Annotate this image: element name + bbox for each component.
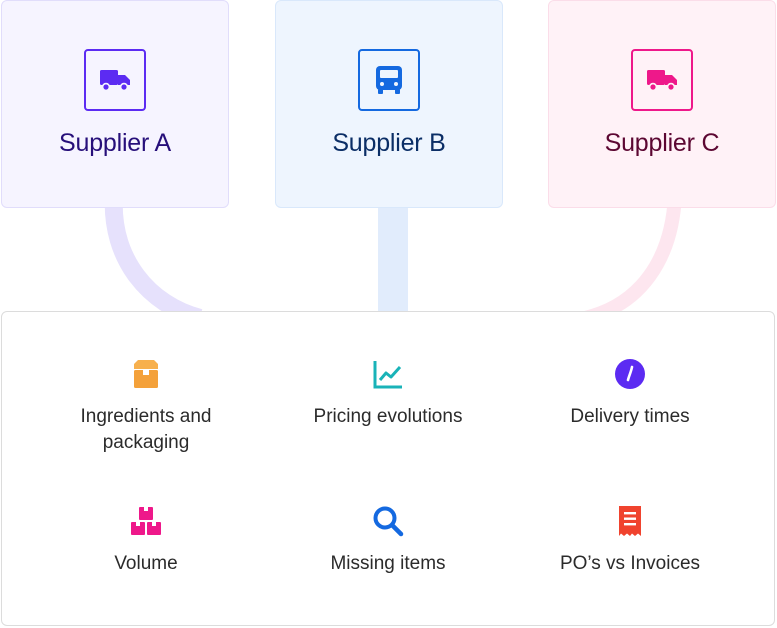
receipt-icon bbox=[619, 506, 641, 536]
supplier-c-icon-box bbox=[631, 49, 693, 111]
feature-label: Pricing evolutions bbox=[313, 406, 463, 427]
feature-label: PO’s vs Invoices bbox=[559, 553, 701, 574]
feature-label: Ingredients and packaging bbox=[80, 406, 212, 453]
connector-a bbox=[104, 194, 203, 327]
feature-label: Delivery times bbox=[570, 406, 690, 427]
supplier-a-title: Supplier A bbox=[59, 129, 171, 157]
clock-icon bbox=[615, 359, 645, 389]
bus-front-icon bbox=[376, 66, 402, 94]
supplier-b-title: Supplier B bbox=[332, 129, 446, 157]
stacked-boxes-icon bbox=[131, 507, 161, 535]
feature-label: Missing items bbox=[330, 553, 446, 574]
supplier-card-b[interactable]: Supplier B bbox=[275, 0, 503, 208]
connector-b bbox=[378, 200, 408, 315]
feature-po-vs-invoices: PO’s vs Invoices bbox=[510, 505, 750, 577]
box-icon bbox=[134, 360, 158, 388]
feature-ingredients: Ingredients and packaging bbox=[26, 358, 266, 456]
supplier-a-icon-box bbox=[84, 49, 146, 111]
feature-label: Volume bbox=[114, 553, 178, 574]
delivery-truck-icon bbox=[647, 70, 677, 92]
features-panel: Ingredients and packaging Pricing evolut… bbox=[1, 311, 775, 626]
supplier-card-c[interactable]: Supplier C bbox=[548, 0, 776, 208]
supplier-c-title: Supplier C bbox=[604, 129, 720, 157]
supplier-b-icon-box bbox=[358, 49, 420, 111]
magnifier-icon bbox=[373, 506, 404, 537]
feature-volume: Volume bbox=[26, 505, 266, 577]
supplier-card-a[interactable]: Supplier A bbox=[1, 0, 229, 208]
feature-delivery-times: Delivery times bbox=[510, 358, 750, 430]
connector-c bbox=[583, 194, 682, 325]
feature-missing-items: Missing items bbox=[268, 505, 508, 577]
feature-pricing: Pricing evolutions bbox=[268, 358, 508, 430]
delivery-truck-icon bbox=[100, 70, 130, 92]
line-chart-icon bbox=[373, 361, 402, 389]
